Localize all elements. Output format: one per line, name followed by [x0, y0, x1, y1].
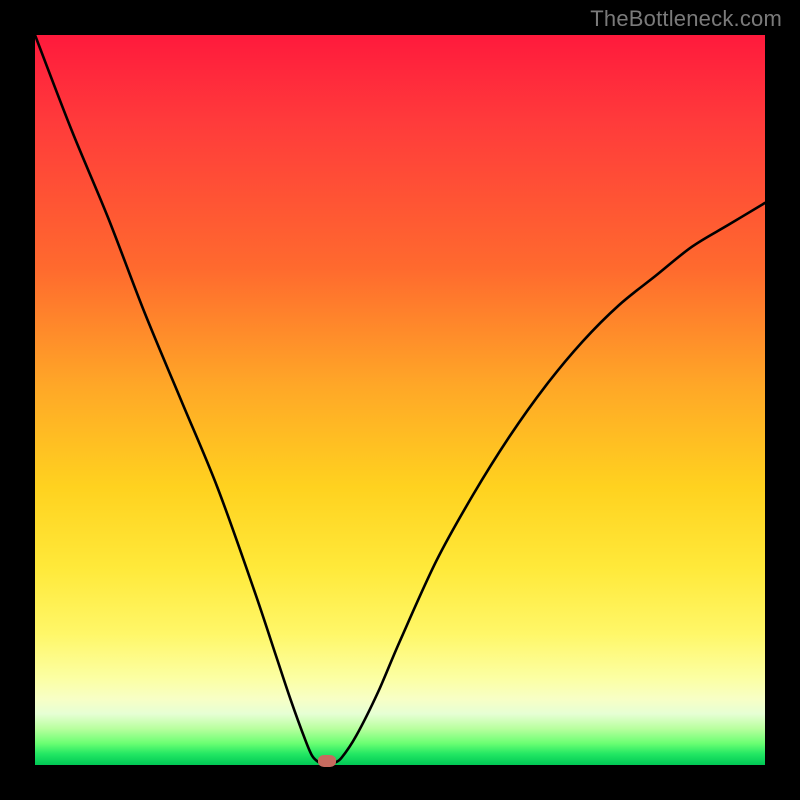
optimum-marker — [318, 755, 336, 767]
bottleneck-curve — [35, 35, 765, 765]
plot-area — [35, 35, 765, 765]
watermark-text: TheBottleneck.com — [590, 6, 782, 32]
chart-frame: TheBottleneck.com — [0, 0, 800, 800]
